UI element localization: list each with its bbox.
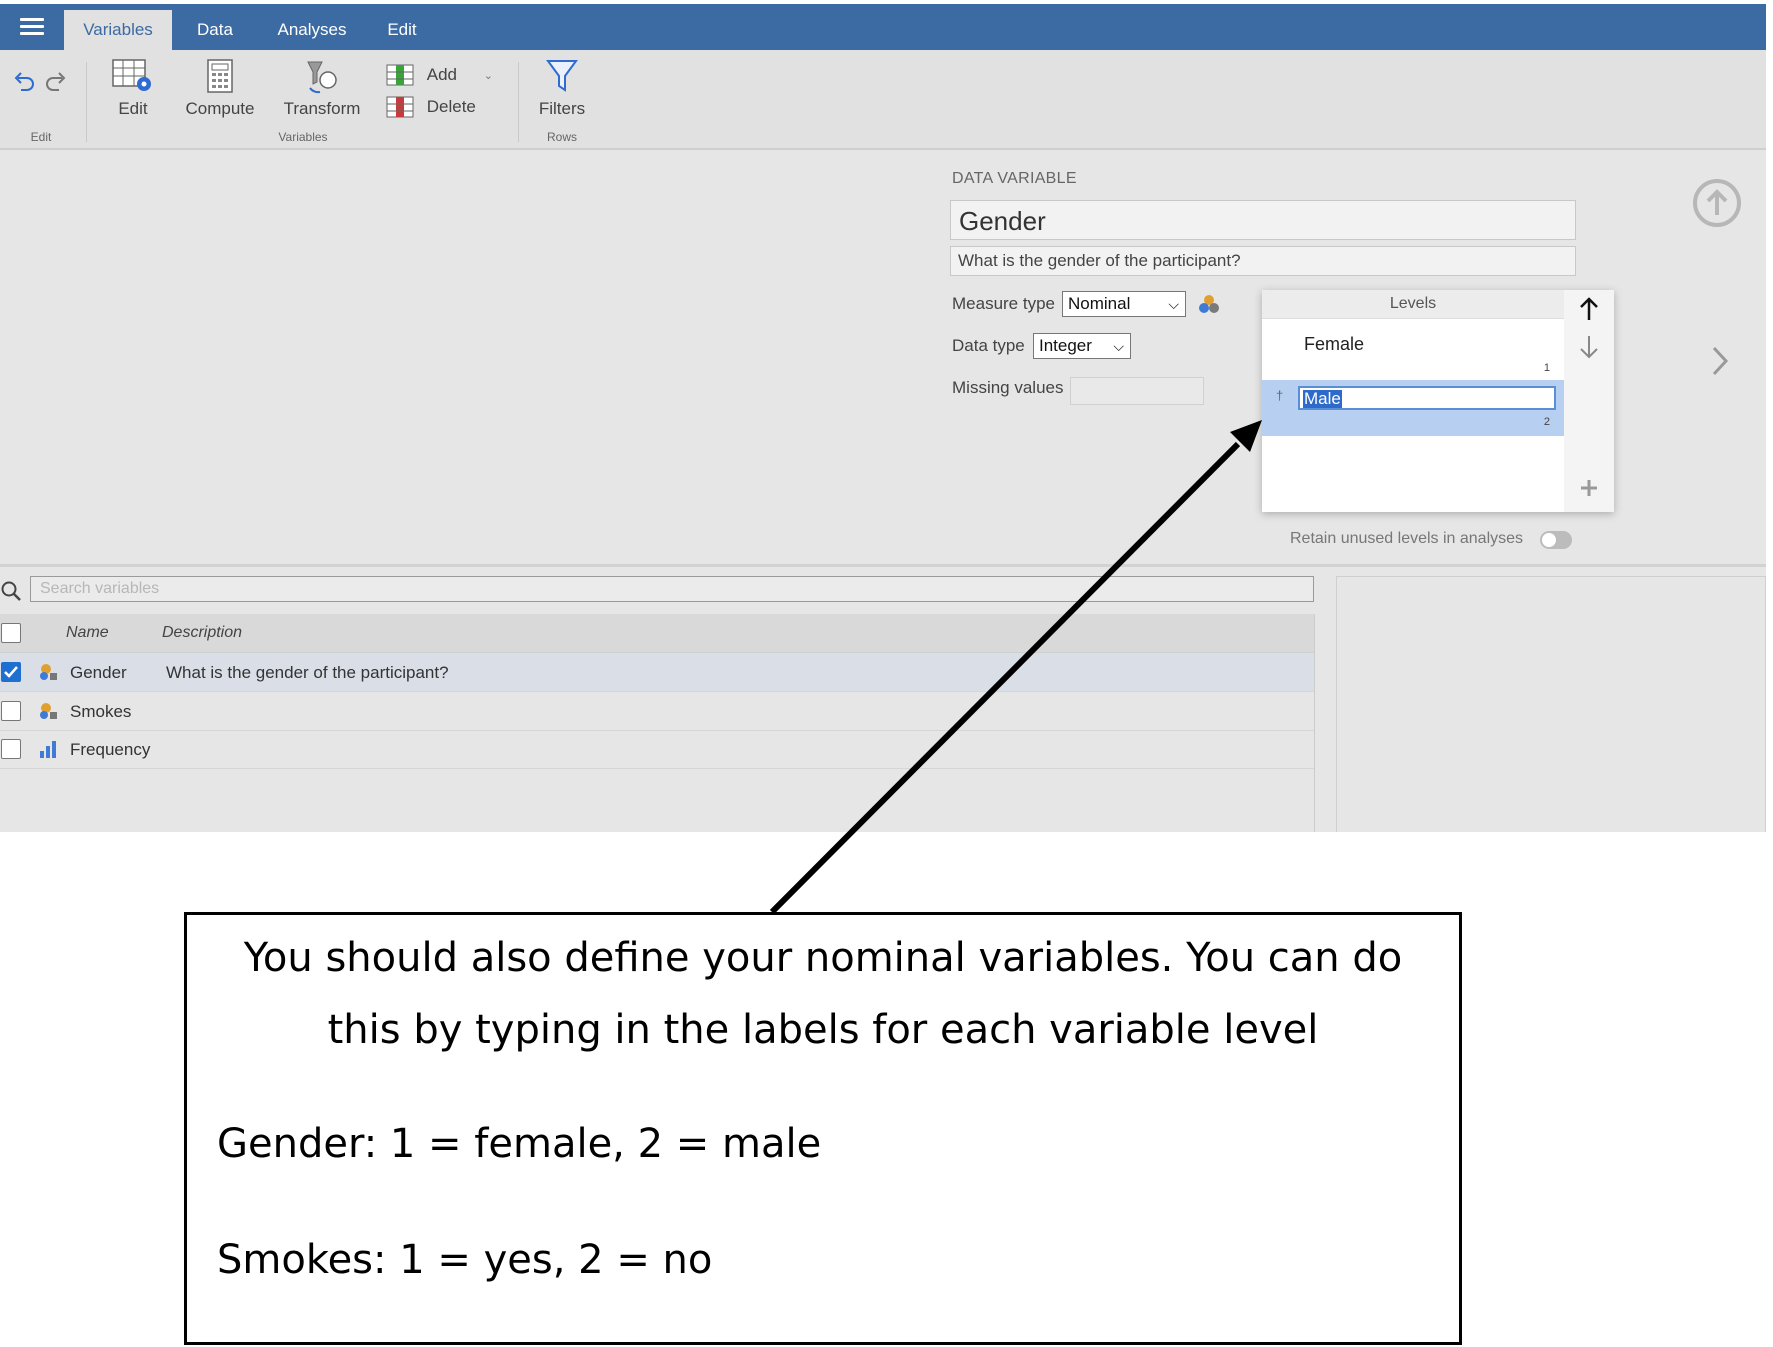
column-header-description: Description xyxy=(162,624,243,641)
annotation-line-1: You should also define your nominal vari… xyxy=(243,935,1403,981)
measure-type-select[interactable]: Nominal ⌵ xyxy=(1062,291,1186,317)
edit-button-label: Edit xyxy=(118,99,148,118)
delete-variable-button[interactable]: Delete xyxy=(386,96,476,120)
group-label-variables: Variables xyxy=(278,130,328,144)
select-all-checkbox[interactable] xyxy=(1,623,21,643)
retain-unused-levels-toggle[interactable] xyxy=(1540,531,1572,549)
table-row[interactable]: Gender What is the gender of the partici… xyxy=(0,653,1314,692)
compute-button-label: Compute xyxy=(185,99,255,118)
level-label-selected-text: Male xyxy=(1303,389,1342,408)
annotation-line-3: Gender: 1 = female, 2 = male xyxy=(217,1121,822,1167)
variable-description: What is the gender of the participant? xyxy=(166,663,449,682)
panel-divider[interactable] xyxy=(0,564,1766,567)
table-row[interactable]: Frequency xyxy=(0,730,1314,769)
level-value: 1 xyxy=(1543,362,1550,374)
move-down-arrow-icon[interactable] xyxy=(1578,334,1600,360)
jamovi-window: Variables Data Analyses Edit Edit Edit C… xyxy=(0,4,1766,832)
measure-type-value: Nominal xyxy=(1068,294,1131,313)
nominal-variable-icon xyxy=(40,664,57,680)
collapse-editor-up-icon[interactable] xyxy=(1693,179,1741,227)
add-column-icon xyxy=(386,64,414,86)
annotation-line-2: this by typing in the labels for each va… xyxy=(327,1007,1319,1053)
variable-info-pane xyxy=(1336,576,1766,832)
add-level-plus-icon[interactable] xyxy=(1579,478,1599,498)
transform-button-label: Transform xyxy=(283,99,361,118)
chevron-down-icon: ⌵ xyxy=(1113,338,1124,354)
level-value: 2 xyxy=(1543,416,1550,428)
level-label: Female xyxy=(1304,334,1365,354)
group-label-rows: Rows xyxy=(546,130,577,144)
add-dropdown-chevron-icon[interactable]: ⌄ xyxy=(484,70,493,82)
transform-icon xyxy=(307,61,337,94)
tab-data[interactable]: Data xyxy=(180,10,250,50)
levels-header: Levels xyxy=(1262,290,1564,319)
ribbon-separator xyxy=(518,62,519,142)
data-type-value: Integer xyxy=(1039,336,1092,355)
filters-button[interactable]: Filters xyxy=(536,58,588,119)
add-variable-button[interactable]: Add ⌄ xyxy=(386,64,496,88)
calculator-icon xyxy=(207,59,233,93)
transform-button[interactable]: Transform xyxy=(280,58,364,119)
funnel-icon xyxy=(546,60,578,92)
delete-column-icon xyxy=(386,96,414,118)
edit-setup-icon xyxy=(112,59,151,91)
variables-table: Name Description Gender What is the gend… xyxy=(0,614,1315,832)
variable-name-input[interactable]: Gender xyxy=(950,200,1576,240)
measure-type-label: Measure type xyxy=(952,294,1055,313)
table-header: Name Description xyxy=(0,614,1314,653)
row-checkbox-checked[interactable] xyxy=(1,662,21,682)
nominal-variable-icon xyxy=(40,703,57,719)
column-header-name: Name xyxy=(66,624,109,641)
annotation-line-4: Smokes: 1 = yes, 2 = no xyxy=(217,1237,713,1283)
hamburger-menu-icon[interactable] xyxy=(20,18,44,36)
next-variable-chevron-icon[interactable] xyxy=(1710,344,1730,378)
edit-variable-button[interactable]: Edit xyxy=(106,58,160,119)
delete-button-label: Delete xyxy=(426,97,476,116)
levels-side-controls xyxy=(1564,290,1614,512)
row-checkbox[interactable] xyxy=(1,739,21,759)
level-item-selected[interactable]: † Male 2 xyxy=(1262,380,1564,436)
tab-edit[interactable]: Edit xyxy=(372,10,432,50)
level-item[interactable]: Female 1 xyxy=(1262,320,1564,378)
ribbon-toolbar: Edit Edit Compute Transform Add ⌄ Delete… xyxy=(0,50,1766,150)
variable-name: Frequency xyxy=(70,740,151,759)
data-variable-heading: DATA VARIABLE xyxy=(952,170,1077,187)
levels-panel: Levels Female 1 † Male 2 xyxy=(1262,290,1614,512)
annotation-callout-box: You should also define your nominal vari… xyxy=(184,912,1462,1345)
pin-icon[interactable]: † xyxy=(1276,388,1283,403)
row-checkbox[interactable] xyxy=(1,701,21,721)
level-label-input[interactable]: Male xyxy=(1298,386,1556,410)
missing-values-input[interactable] xyxy=(1070,377,1204,405)
variable-name: Smokes xyxy=(70,702,132,721)
variable-description-input[interactable]: What is the gender of the participant? xyxy=(950,246,1576,276)
search-icon xyxy=(1,581,21,601)
chevron-down-icon: ⌵ xyxy=(1168,296,1179,312)
nominal-type-icon xyxy=(1199,295,1219,313)
group-label-edit: Edit xyxy=(30,130,52,144)
add-button-label: Add xyxy=(426,65,457,84)
retain-unused-levels-label: Retain unused levels in analyses xyxy=(1290,530,1524,547)
variable-name: Gender xyxy=(70,663,127,682)
search-bar: Search variables xyxy=(0,574,1320,604)
missing-values-label: Missing values xyxy=(952,378,1064,397)
move-up-arrow-icon[interactable] xyxy=(1578,296,1600,322)
filters-button-label: Filters xyxy=(538,99,586,118)
redo-icon[interactable] xyxy=(44,70,68,97)
data-type-label: Data type xyxy=(952,336,1025,355)
table-row[interactable]: Smokes xyxy=(0,692,1314,731)
undo-icon[interactable] xyxy=(12,70,36,97)
tab-variables[interactable]: Variables xyxy=(64,10,172,50)
continuous-variable-icon xyxy=(40,741,56,758)
ribbon-separator xyxy=(86,62,87,142)
search-variables-input[interactable]: Search variables xyxy=(30,576,1314,602)
tab-analyses[interactable]: Analyses xyxy=(262,10,362,50)
tab-bar: Variables Data Analyses Edit xyxy=(0,4,1766,50)
compute-button[interactable]: Compute xyxy=(182,58,258,119)
data-type-select[interactable]: Integer ⌵ xyxy=(1033,333,1131,359)
